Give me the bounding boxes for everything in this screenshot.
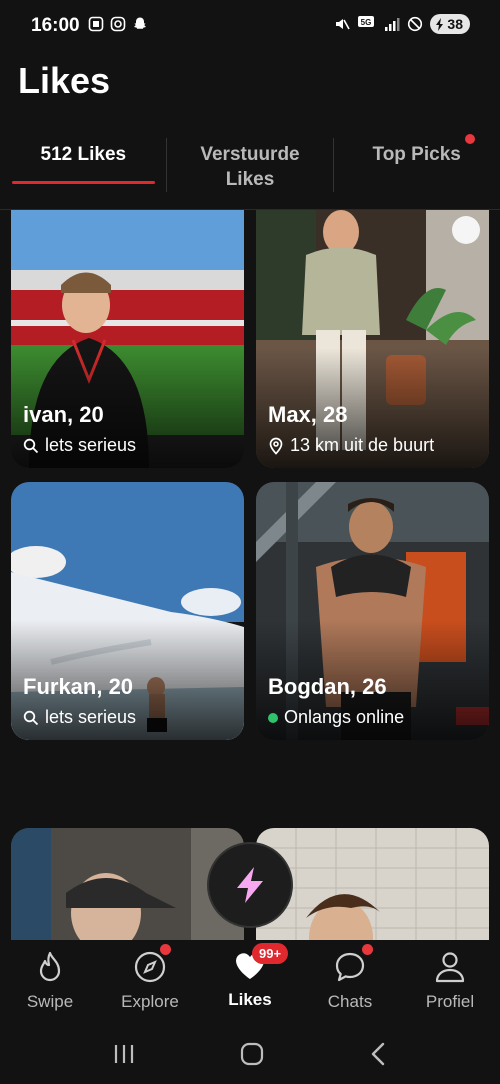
- status-bar: 16:00 5G 38: [0, 0, 500, 52]
- battery-level: 38: [447, 16, 463, 32]
- profile-card[interactable]: Max, 28 13 km uit de buurt: [256, 210, 489, 468]
- system-nav-bar: [0, 1024, 500, 1084]
- likes-grid: ivan, 20 lets serieus Max, 28 13 km uit …: [0, 210, 500, 940]
- profile-name: Max, 28: [268, 402, 348, 427]
- tab-top-picks-label: Top Picks: [372, 144, 461, 165]
- profile-subtitle: 13 km uit de buurt: [268, 435, 434, 456]
- nav-swipe[interactable]: Swipe: [0, 940, 100, 1024]
- profile-card[interactable]: Bogdan, 26 Onlangs online: [256, 482, 489, 740]
- tab-top-picks[interactable]: Top Picks: [333, 130, 500, 209]
- notification-dot: [465, 134, 476, 144]
- profile-name: Bogdan, 26: [268, 674, 387, 699]
- search-icon: [23, 710, 39, 725]
- profile-subtitle: Onlangs online: [268, 707, 404, 728]
- profile-name: ivan, 20: [23, 402, 104, 427]
- svg-text:5G: 5G: [361, 18, 372, 27]
- likes-count-badge: 99+: [252, 943, 289, 964]
- do-not-disturb-icon: [408, 16, 423, 32]
- profile-subtitle-text: Onlangs online: [284, 707, 405, 727]
- tab-sent-likes-label: Verstuurde Likes: [200, 144, 300, 190]
- profile-subtitle-text: lets serieus: [45, 707, 137, 727]
- back-icon[interactable]: [368, 1041, 388, 1067]
- nav-chats-label: Chats: [327, 992, 373, 1011]
- recent-apps-icon[interactable]: [112, 1043, 136, 1065]
- lightning-bolt-icon: [237, 867, 263, 903]
- chat-bubble-icon: [335, 952, 365, 982]
- nav-likes-label: Likes: [228, 990, 272, 1009]
- instagram-icon: [110, 16, 126, 32]
- likes-tabs: 512 Likes Verstuurde Likes Top Picks: [0, 130, 500, 210]
- notification-dot: [160, 944, 171, 955]
- tab-sent-likes[interactable]: Verstuurde Likes: [167, 130, 334, 209]
- page-title: Likes: [18, 60, 111, 101]
- profile-card[interactable]: ivan, 20 lets serieus: [11, 210, 244, 468]
- bottom-nav: Swipe Explore 99+ Likes Chats Profiel: [0, 940, 500, 1024]
- notification-dot: [362, 944, 373, 955]
- status-time: 16:00: [31, 15, 80, 36]
- online-status-dot: [268, 712, 278, 723]
- compass-icon: [134, 951, 166, 983]
- nav-likes[interactable]: 99+ Likes: [200, 940, 300, 1024]
- location-pin-icon: [269, 437, 283, 455]
- nav-swipe-label: Swipe: [26, 992, 74, 1011]
- charging-bolt-icon: [436, 17, 444, 31]
- nav-profile[interactable]: Profiel: [400, 940, 500, 1024]
- battery-indicator: 38: [430, 14, 470, 34]
- person-icon: [435, 952, 465, 983]
- status-right-icons: 5G 38: [334, 14, 470, 34]
- tab-likes[interactable]: 512 Likes: [0, 130, 167, 209]
- screenshot-icon: [88, 16, 104, 32]
- status-left-icons: [88, 16, 148, 32]
- nav-explore[interactable]: Explore: [100, 940, 200, 1024]
- home-icon[interactable]: [239, 1041, 265, 1067]
- nav-chats[interactable]: Chats: [300, 940, 400, 1024]
- active-tab-indicator: [12, 181, 155, 184]
- mute-icon: [336, 19, 351, 30]
- profile-card[interactable]: Furkan, 20 lets serieus: [11, 482, 244, 740]
- signal-icon: [385, 18, 400, 31]
- flame-icon: [39, 951, 61, 982]
- profile-subtitle: lets serieus: [23, 435, 136, 456]
- profile-subtitle-text: 13 km uit de buurt: [290, 435, 435, 455]
- search-icon: [23, 438, 39, 453]
- nav-profile-label: Profiel: [425, 992, 475, 1011]
- tab-likes-label: 512 Likes: [40, 144, 127, 165]
- profile-name: Furkan, 20: [23, 674, 134, 699]
- nav-explore-label: Explore: [121, 992, 179, 1011]
- network-5g-icon: 5G: [358, 16, 375, 27]
- snapchat-icon: [134, 17, 146, 29]
- profile-subtitle-text: lets serieus: [45, 435, 137, 455]
- boost-button[interactable]: [207, 842, 293, 928]
- profile-subtitle: lets serieus: [23, 707, 136, 728]
